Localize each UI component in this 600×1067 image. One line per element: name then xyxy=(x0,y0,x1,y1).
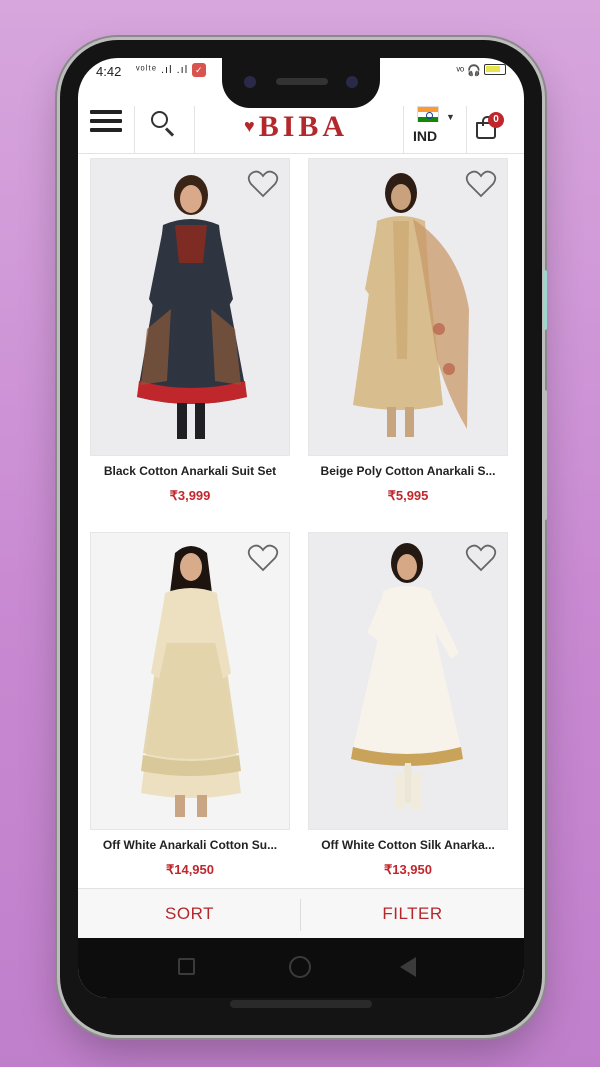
phone-chin-speaker xyxy=(230,1000,372,1008)
recents-icon[interactable] xyxy=(178,958,195,975)
brand-logo[interactable]: ♥ BIBA xyxy=(244,110,348,144)
signal-icons: ᵛᵒˡᵗᵉ .ıl .ıl ✓ xyxy=(136,63,207,77)
model-figure xyxy=(141,546,241,817)
country-code: IND xyxy=(413,128,438,144)
header-divider xyxy=(134,106,135,154)
filter-button[interactable]: FILTER xyxy=(301,889,524,939)
app-screen: 4:42 ᵛᵒˡᵗᵉ .ıl .ıl ✓ ᵛᵒ 🎧 ♥ BIBA ▼ IND 0… xyxy=(78,58,524,998)
cart-button[interactable]: 0 xyxy=(474,112,514,148)
product-card[interactable]: Black Cotton Anarkali Suit Set ₹3,999 xyxy=(90,158,290,518)
speaker-grille xyxy=(276,78,328,85)
product-name[interactable]: Beige Poly Cotton Anarkali S... xyxy=(308,464,508,478)
home-icon[interactable] xyxy=(289,956,311,978)
sensor-icon xyxy=(346,76,358,88)
model-figure xyxy=(353,173,469,437)
product-image[interactable] xyxy=(308,158,508,456)
battery-icon xyxy=(484,64,506,75)
product-name[interactable]: Off White Cotton Silk Anarka... xyxy=(308,838,508,852)
model-figure xyxy=(137,175,247,439)
header-divider xyxy=(466,106,467,154)
signal-icon: ᵛᵒˡᵗᵉ .ıl .ıl xyxy=(136,64,189,76)
wishlist-heart-icon[interactable] xyxy=(247,169,279,199)
wishlist-heart-icon[interactable] xyxy=(465,169,497,199)
product-name[interactable]: Off White Anarkali Cotton Su... xyxy=(90,838,290,852)
search-icon[interactable] xyxy=(148,108,180,140)
product-card[interactable]: Off White Anarkali Cotton Su... ₹14,950 xyxy=(90,532,290,892)
product-image[interactable] xyxy=(308,532,508,830)
product-image[interactable] xyxy=(90,532,290,830)
hamburger-menu-icon[interactable] xyxy=(90,110,122,136)
camera-notch xyxy=(222,58,380,108)
product-name[interactable]: Black Cotton Anarkali Suit Set xyxy=(90,464,290,478)
sort-button[interactable]: SORT xyxy=(78,889,301,939)
product-image[interactable] xyxy=(90,158,290,456)
product-price: ₹3,999 xyxy=(169,488,211,503)
wishlist-heart-icon[interactable] xyxy=(465,543,497,573)
model-figure xyxy=(351,543,463,809)
volte-headset-icon: ᵛᵒ 🎧 xyxy=(456,65,481,77)
product-price: ₹5,995 xyxy=(387,488,429,503)
android-nav-bar xyxy=(78,938,524,998)
sort-filter-bar: SORT FILTER xyxy=(78,888,524,938)
notification-icon: ✓ xyxy=(192,63,207,77)
header-divider xyxy=(403,106,404,154)
camera-icon xyxy=(244,76,256,88)
back-icon[interactable] xyxy=(400,957,416,977)
volume-button xyxy=(543,390,547,520)
brand-name: BIBA xyxy=(258,110,349,143)
phone-frame: 4:42 ᵛᵒˡᵗᵉ .ıl .ıl ✓ ᵛᵒ 🎧 ♥ BIBA ▼ IND 0… xyxy=(60,40,547,1035)
header-divider xyxy=(194,106,195,154)
product-price: ₹13,950 xyxy=(383,862,433,877)
power-button xyxy=(543,270,547,330)
india-flag-icon xyxy=(417,106,439,122)
heart-logo-icon: ♥ xyxy=(244,116,255,136)
country-selector[interactable]: ▼ IND xyxy=(413,106,461,150)
cart-count-badge: 0 xyxy=(488,112,504,128)
status-time: 4:42 xyxy=(96,64,122,79)
product-card[interactable]: Off White Cotton Silk Anarka... ₹13,950 xyxy=(308,532,508,892)
caret-down-icon: ▼ xyxy=(446,112,455,122)
status-right-icons: ᵛᵒ 🎧 xyxy=(456,63,506,77)
wishlist-heart-icon[interactable] xyxy=(247,543,279,573)
product-card[interactable]: Beige Poly Cotton Anarkali S... ₹5,995 xyxy=(308,158,508,518)
product-price: ₹14,950 xyxy=(165,862,215,877)
